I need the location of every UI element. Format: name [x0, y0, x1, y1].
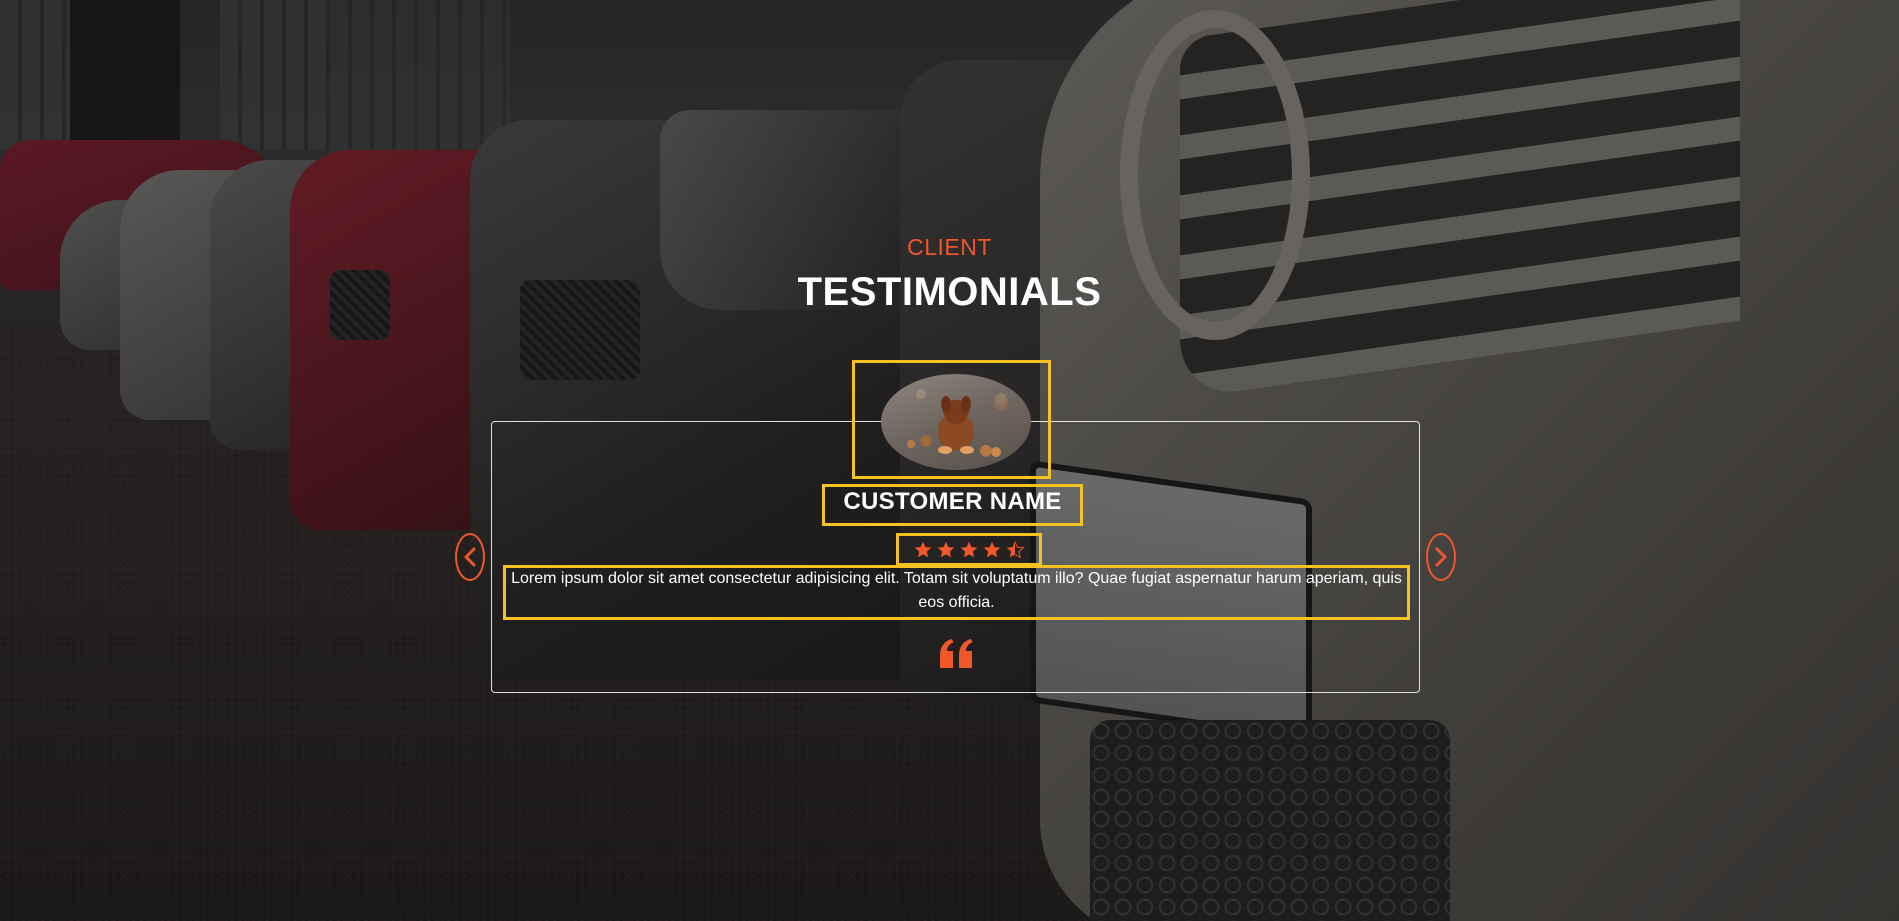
carousel-prev-button[interactable] [455, 533, 485, 581]
testimonials-page: CLIENT TESTIMONIALS CUSTOMER NAME Lorem … [0, 0, 1899, 921]
section-eyebrow: CLIENT [907, 234, 992, 260]
text-highlight-frame [503, 565, 1410, 620]
name-highlight-frame [822, 484, 1083, 526]
quote-icon [940, 639, 973, 668]
section-title: TESTIMONIALS [797, 270, 1102, 314]
avatar-highlight-frame [852, 360, 1051, 479]
chevron-left-icon [464, 547, 476, 567]
rating-highlight-frame [896, 533, 1042, 566]
chevron-right-icon [1435, 547, 1447, 567]
carousel-next-button[interactable] [1426, 533, 1456, 581]
